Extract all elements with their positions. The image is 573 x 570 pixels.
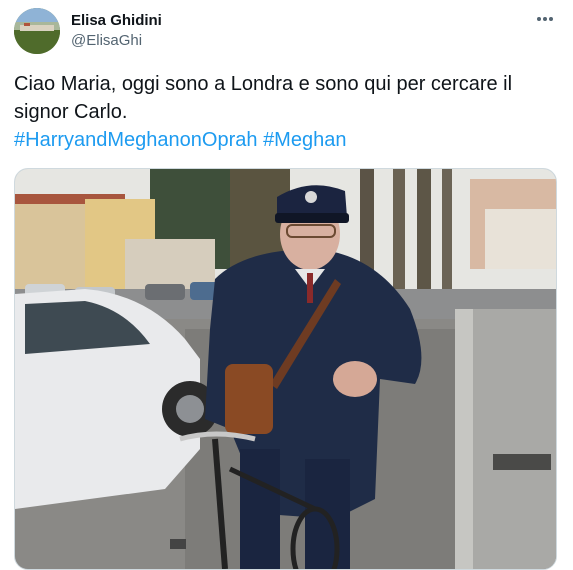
more-options-button[interactable] <box>534 8 556 30</box>
author-handle[interactable]: @ElisaGhi <box>71 32 142 49</box>
tweet-text-line: Ciao Maria, oggi sono a Londra e sono qu… <box>14 73 513 95</box>
photo-image <box>15 169 556 569</box>
hashtag-link[interactable]: #Meghan <box>263 129 346 151</box>
tweet: Elisa Ghidini @ElisaGhi Ciao Maria, oggi… <box>0 0 573 570</box>
avatar-image <box>14 8 60 54</box>
tweet-text: Ciao Maria, oggi sono a Londra e sono qu… <box>14 70 559 154</box>
author-display-name[interactable]: Elisa Ghidini <box>71 12 162 29</box>
hashtag-link[interactable]: #HarryandMeghanonOprah <box>14 129 258 151</box>
more-horizontal-icon <box>537 17 553 21</box>
hashtags: #HarryandMeghanonOprah #Meghan <box>14 126 559 154</box>
avatar[interactable] <box>14 8 60 54</box>
tweet-photo[interactable] <box>14 168 557 570</box>
tweet-text-line: signor Carlo. <box>14 101 128 123</box>
